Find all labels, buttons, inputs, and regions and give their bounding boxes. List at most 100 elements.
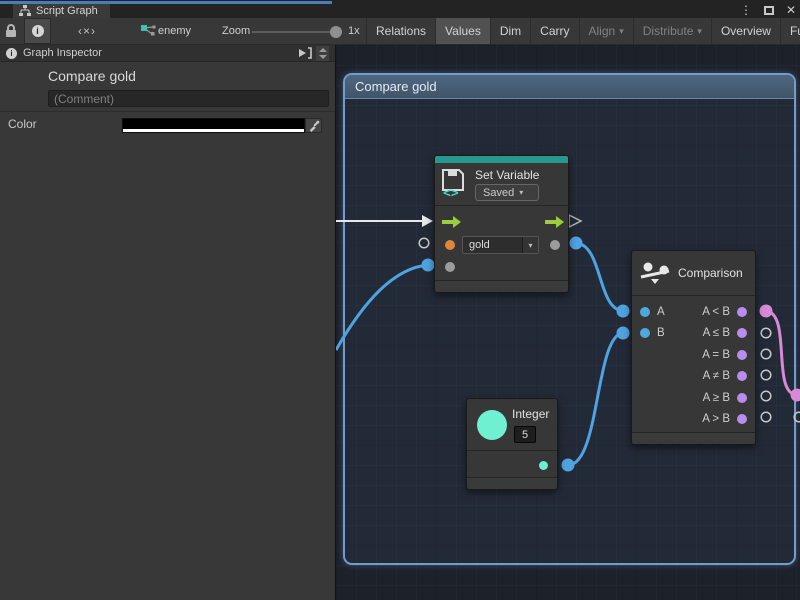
close-icon[interactable]: ✕ — [786, 3, 796, 17]
integer-output-port[interactable] — [539, 461, 548, 470]
tab-script-graph[interactable]: Script Graph — [13, 4, 110, 18]
tab-label: Script Graph — [36, 5, 98, 17]
node-footer — [467, 477, 557, 489]
set-variable-header: <> Set Variable Saved ▾ — [435, 163, 568, 206]
value-output-port[interactable] — [550, 240, 560, 250]
integer-value-input[interactable] — [514, 426, 536, 443]
comment-input[interactable] — [48, 90, 329, 107]
node-title: Comparison — [678, 266, 743, 280]
output-label: A ≤ B — [703, 327, 730, 339]
comparison-header: Comparison — [632, 251, 755, 296]
input-label-a: A — [657, 306, 665, 318]
flow-output-port[interactable] — [545, 216, 564, 228]
save-variable-icon: <> — [441, 168, 468, 198]
output-label: A < B — [702, 306, 730, 318]
node-footer — [632, 432, 755, 444]
info-icon: i — [6, 48, 17, 59]
window-menu-icon[interactable]: ⋮ — [740, 3, 752, 17]
variable-name-dropdown[interactable]: gold ▾ — [462, 236, 539, 254]
name-input-port[interactable] — [445, 240, 455, 250]
output-port-greater[interactable] — [737, 414, 747, 424]
zoom-slider-handle[interactable] — [330, 26, 342, 38]
window-controls: ⋮ ✕ — [740, 2, 796, 18]
fullscreen-button[interactable]: Full Screen — [780, 18, 800, 44]
graph-inspector-header: i Graph Inspector — [0, 45, 335, 62]
group-header[interactable]: Compare gold — [345, 75, 794, 99]
chevron-down-icon: ▾ — [619, 26, 624, 37]
zoom-slider-track[interactable] — [252, 31, 336, 33]
script-graph-window: Script Graph ⋮ ✕ i ‹×› enemy — [0, 0, 800, 600]
dim-button[interactable]: Dim — [490, 18, 530, 44]
zoom-label: Zoom — [222, 18, 250, 44]
spinner-up-icon — [319, 48, 327, 52]
overview-button[interactable]: Overview — [711, 18, 780, 44]
relations-button[interactable]: Relations — [366, 18, 435, 44]
output-port-lessequal[interactable] — [737, 328, 747, 338]
node-integer[interactable]: Integer — [466, 398, 558, 490]
lock-body — [6, 30, 16, 37]
output-label: A ≠ B — [703, 370, 730, 382]
divider — [0, 111, 335, 112]
comparison-row: A ≥ B — [632, 387, 755, 409]
comparison-row: B A ≤ B — [632, 323, 755, 345]
output-label: A ≥ B — [703, 392, 730, 404]
eyedropper-button[interactable] — [305, 118, 322, 133]
integer-header: Integer — [467, 399, 557, 451]
integer-type-icon — [477, 410, 507, 440]
code-view-icon[interactable]: ‹×› — [66, 18, 108, 44]
input-port-a[interactable] — [640, 307, 650, 317]
graph-title-field[interactable]: Compare gold — [48, 68, 136, 84]
info-toggle-button[interactable]: i — [24, 18, 51, 44]
toolbar: i ‹×› enemy Zoom 1x Relations Values Dim… — [0, 18, 800, 45]
node-accent-strip — [435, 156, 568, 163]
group-title: Compare gold — [355, 79, 437, 94]
lock-icon[interactable] — [6, 18, 18, 44]
zoom-value: 1x — [348, 18, 360, 44]
node-set-variable[interactable]: <> Set Variable Saved ▾ — [434, 155, 569, 293]
chevron-down-icon: ▾ — [522, 237, 538, 253]
input-label-b: B — [657, 327, 665, 339]
color-swatch[interactable] — [122, 118, 305, 133]
graph-asset-icon — [141, 18, 156, 44]
flow-ports-row — [435, 211, 568, 233]
chevron-down-icon: ▾ — [519, 188, 523, 197]
comparison-scale-icon — [640, 261, 670, 286]
panel-spinner[interactable] — [316, 46, 329, 61]
value-input-row — [435, 256, 568, 277]
output-port-greaterequal[interactable] — [737, 393, 747, 403]
spinner-down-icon — [319, 55, 327, 59]
output-port-equal[interactable] — [737, 350, 747, 360]
comparison-row: A A < B — [632, 301, 755, 323]
output-label: A = B — [702, 349, 730, 361]
graph-inspector-panel: i Graph Inspector Compare gold Color — [0, 45, 335, 600]
output-port-less[interactable] — [737, 307, 747, 317]
align-dropdown[interactable]: Align▾ — [579, 18, 633, 44]
graph-canvas[interactable]: Compare gold — [335, 45, 800, 600]
distribute-dropdown[interactable]: Distribute▾ — [633, 18, 711, 44]
comparison-row: A > B — [632, 409, 755, 431]
flow-input-port[interactable] — [442, 216, 461, 228]
variable-scope-dropdown[interactable]: Saved ▾ — [475, 184, 539, 201]
comparison-body: A A < B B A ≤ B A = B A ≠ B A ≥ B A > B — [632, 296, 755, 431]
graph-hierarchy-icon — [19, 5, 31, 17]
toolbar-buttons: Relations Values Dim Carry Align▾ Distri… — [366, 18, 800, 44]
maximize-icon[interactable] — [764, 6, 774, 15]
carry-button[interactable]: Carry — [530, 18, 578, 44]
color-label: Color — [8, 117, 37, 131]
color-swatch-alpha-bar — [123, 129, 304, 132]
values-button[interactable]: Values — [435, 18, 490, 44]
output-port-notequal[interactable] — [737, 371, 747, 381]
integer-body — [467, 451, 557, 479]
dock-panel-icon[interactable] — [298, 47, 312, 59]
comparison-row: A = B — [632, 344, 755, 366]
value-input-port[interactable] — [445, 262, 455, 272]
input-port-b[interactable] — [640, 328, 650, 338]
node-footer — [435, 280, 568, 292]
comparison-row: A ≠ B — [632, 366, 755, 388]
node-comparison[interactable]: Comparison A A < B B A ≤ B A = B A ≠ B — [631, 250, 756, 445]
color-field — [122, 118, 322, 133]
graph-inspector-title: Graph Inspector — [23, 47, 102, 59]
graph-breadcrumb[interactable]: enemy — [158, 18, 191, 44]
node-title: Integer — [512, 407, 549, 421]
info-icon: i — [32, 25, 44, 37]
